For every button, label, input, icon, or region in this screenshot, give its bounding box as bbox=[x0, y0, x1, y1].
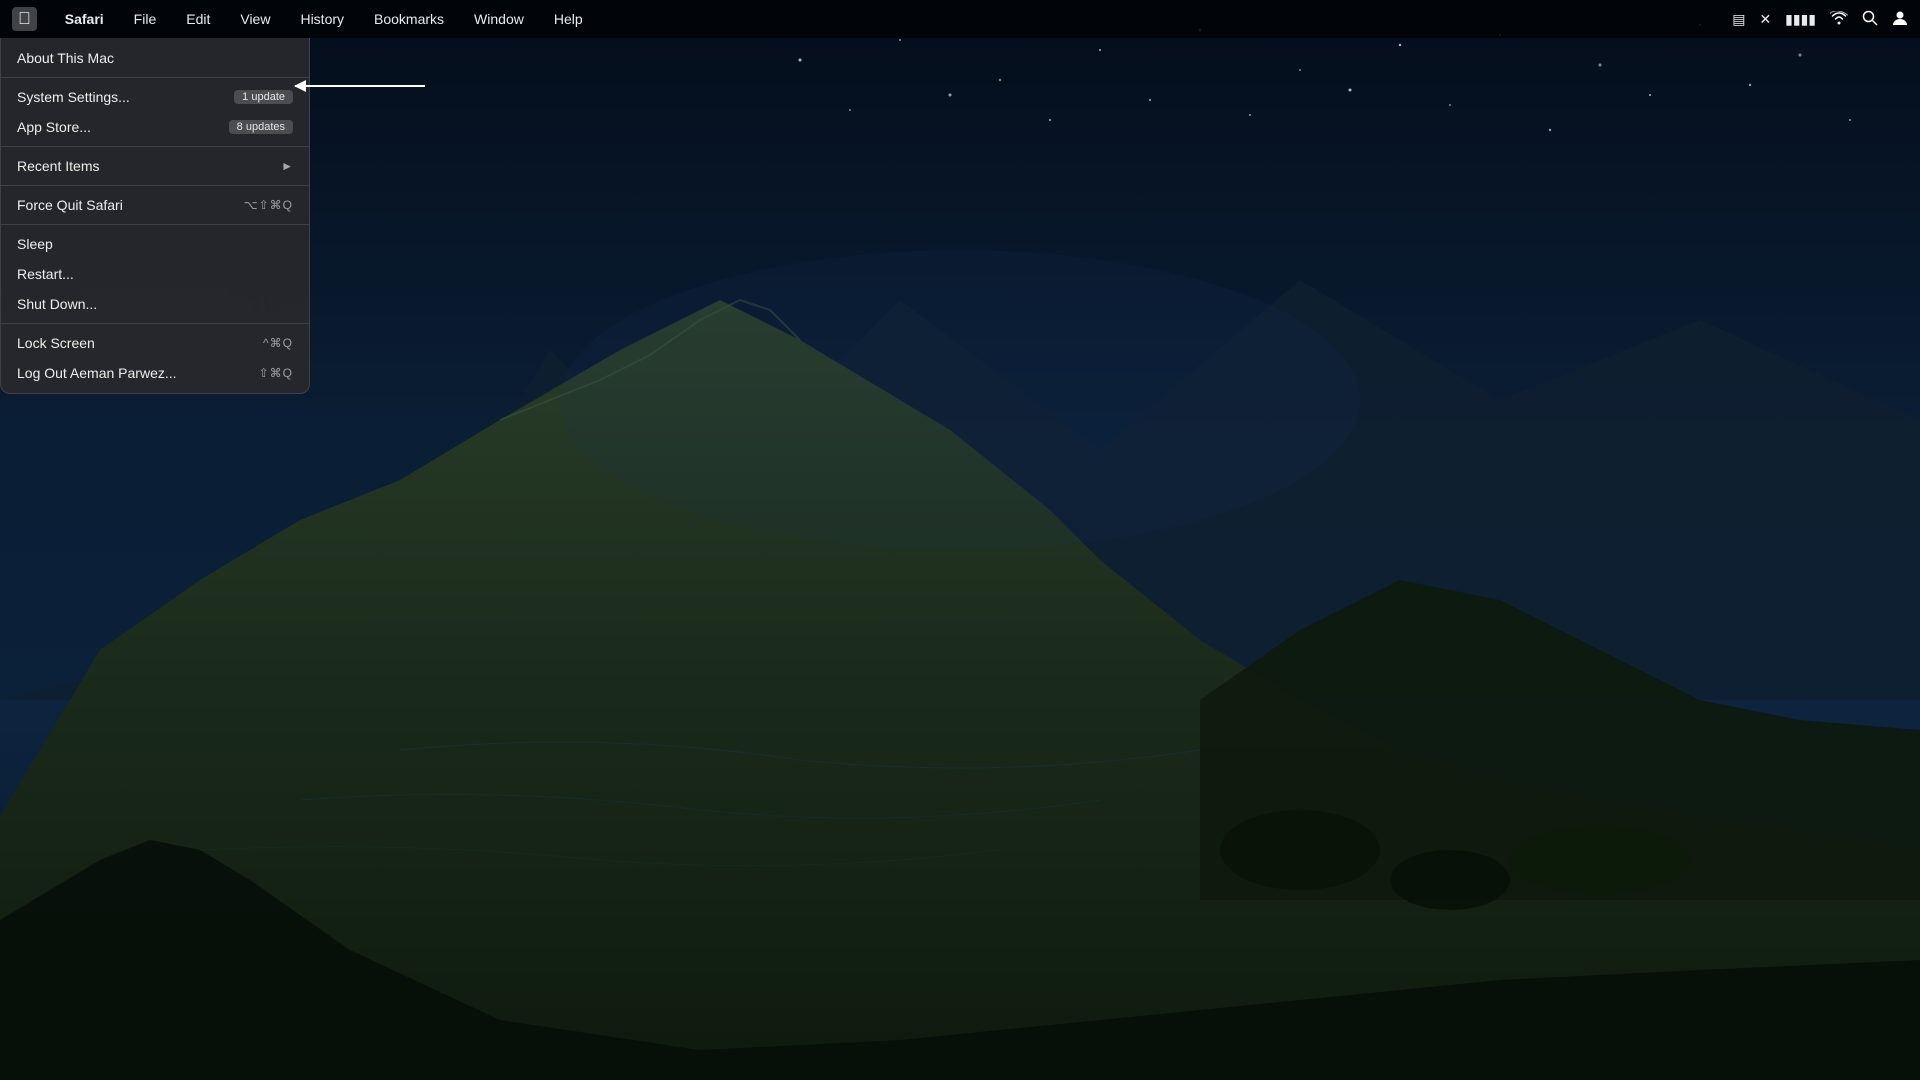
separator-1 bbox=[1, 77, 309, 78]
menu-item-shut-down-label: Shut Down... bbox=[17, 296, 293, 312]
menu-item-lock-screen-label: Lock Screen bbox=[17, 335, 255, 351]
menu-item-system-settings-label: System Settings... bbox=[17, 89, 226, 105]
separator-5 bbox=[1, 323, 309, 324]
menu-item-log-out-label: Log Out Aeman Parwez... bbox=[17, 365, 251, 381]
menubar-window[interactable]: Window bbox=[468, 9, 530, 29]
force-quit-shortcut: ⌥⇧⌘Q bbox=[244, 198, 293, 212]
menu-item-about-label: About This Mac bbox=[17, 50, 293, 66]
lock-screen-shortcut: ^⌘Q bbox=[263, 336, 293, 350]
menu-item-log-out[interactable]: Log Out Aeman Parwez... ⇧⌘Q bbox=[1, 358, 309, 388]
system-settings-badge: 1 update bbox=[234, 90, 293, 104]
apple-menu-trigger[interactable]:  bbox=[12, 7, 37, 31]
menu-item-force-quit-label: Force Quit Safari bbox=[17, 197, 236, 213]
log-out-shortcut: ⇧⌘Q bbox=[259, 366, 293, 380]
menu-item-sleep-label: Sleep bbox=[17, 236, 293, 252]
menu-item-restart-label: Restart... bbox=[17, 266, 293, 282]
app-store-badge: 8 updates bbox=[229, 120, 293, 134]
menu-item-sleep[interactable]: Sleep bbox=[1, 229, 309, 259]
arrow-line bbox=[295, 85, 425, 87]
menubar-app-name[interactable]: Safari bbox=[59, 9, 110, 29]
menubar-bookmarks[interactable]: Bookmarks bbox=[368, 9, 450, 29]
screen-icon[interactable]: ▤ bbox=[1732, 11, 1745, 28]
arrow-annotation bbox=[295, 85, 425, 87]
menu-item-force-quit[interactable]: Force Quit Safari ⌥⇧⌘Q bbox=[1, 190, 309, 220]
menubar-view[interactable]: View bbox=[234, 9, 276, 29]
recent-items-arrow-icon: ► bbox=[281, 159, 293, 173]
search-icon[interactable] bbox=[1862, 10, 1878, 29]
separator-4 bbox=[1, 224, 309, 225]
menu-item-lock-screen[interactable]: Lock Screen ^⌘Q bbox=[1, 328, 309, 358]
apple-menu-dropdown: About This Mac System Settings... 1 upda… bbox=[0, 38, 310, 394]
menu-item-app-store[interactable]: App Store... 8 updates bbox=[1, 112, 309, 142]
battery-icon[interactable]: ▮▮▮▮ bbox=[1785, 11, 1816, 28]
menu-item-app-store-label: App Store... bbox=[17, 119, 221, 135]
audio-icon[interactable]: ✕ bbox=[1759, 11, 1771, 28]
menubar-left:  Safari File Edit View History Bookmark… bbox=[12, 7, 589, 31]
menubar-edit[interactable]: Edit bbox=[180, 9, 216, 29]
menu-item-recent-items[interactable]: Recent Items ► bbox=[1, 151, 309, 181]
separator-2 bbox=[1, 146, 309, 147]
user-icon[interactable] bbox=[1892, 10, 1908, 29]
menubar-right: ▤ ✕ ▮▮▮▮ bbox=[1732, 10, 1908, 29]
menubar:  Safari File Edit View History Bookmark… bbox=[0, 0, 1920, 38]
wifi-icon[interactable] bbox=[1830, 11, 1848, 28]
menu-item-recent-items-label: Recent Items bbox=[17, 158, 273, 174]
menubar-help[interactable]: Help bbox=[548, 9, 589, 29]
separator-3 bbox=[1, 185, 309, 186]
menubar-file[interactable]: File bbox=[128, 9, 163, 29]
menu-item-restart[interactable]: Restart... bbox=[1, 259, 309, 289]
menu-item-about[interactable]: About This Mac bbox=[1, 43, 309, 73]
menu-item-system-settings[interactable]: System Settings... 1 update bbox=[1, 82, 309, 112]
menu-item-shut-down[interactable]: Shut Down... bbox=[1, 289, 309, 319]
menubar-history[interactable]: History bbox=[294, 9, 350, 29]
